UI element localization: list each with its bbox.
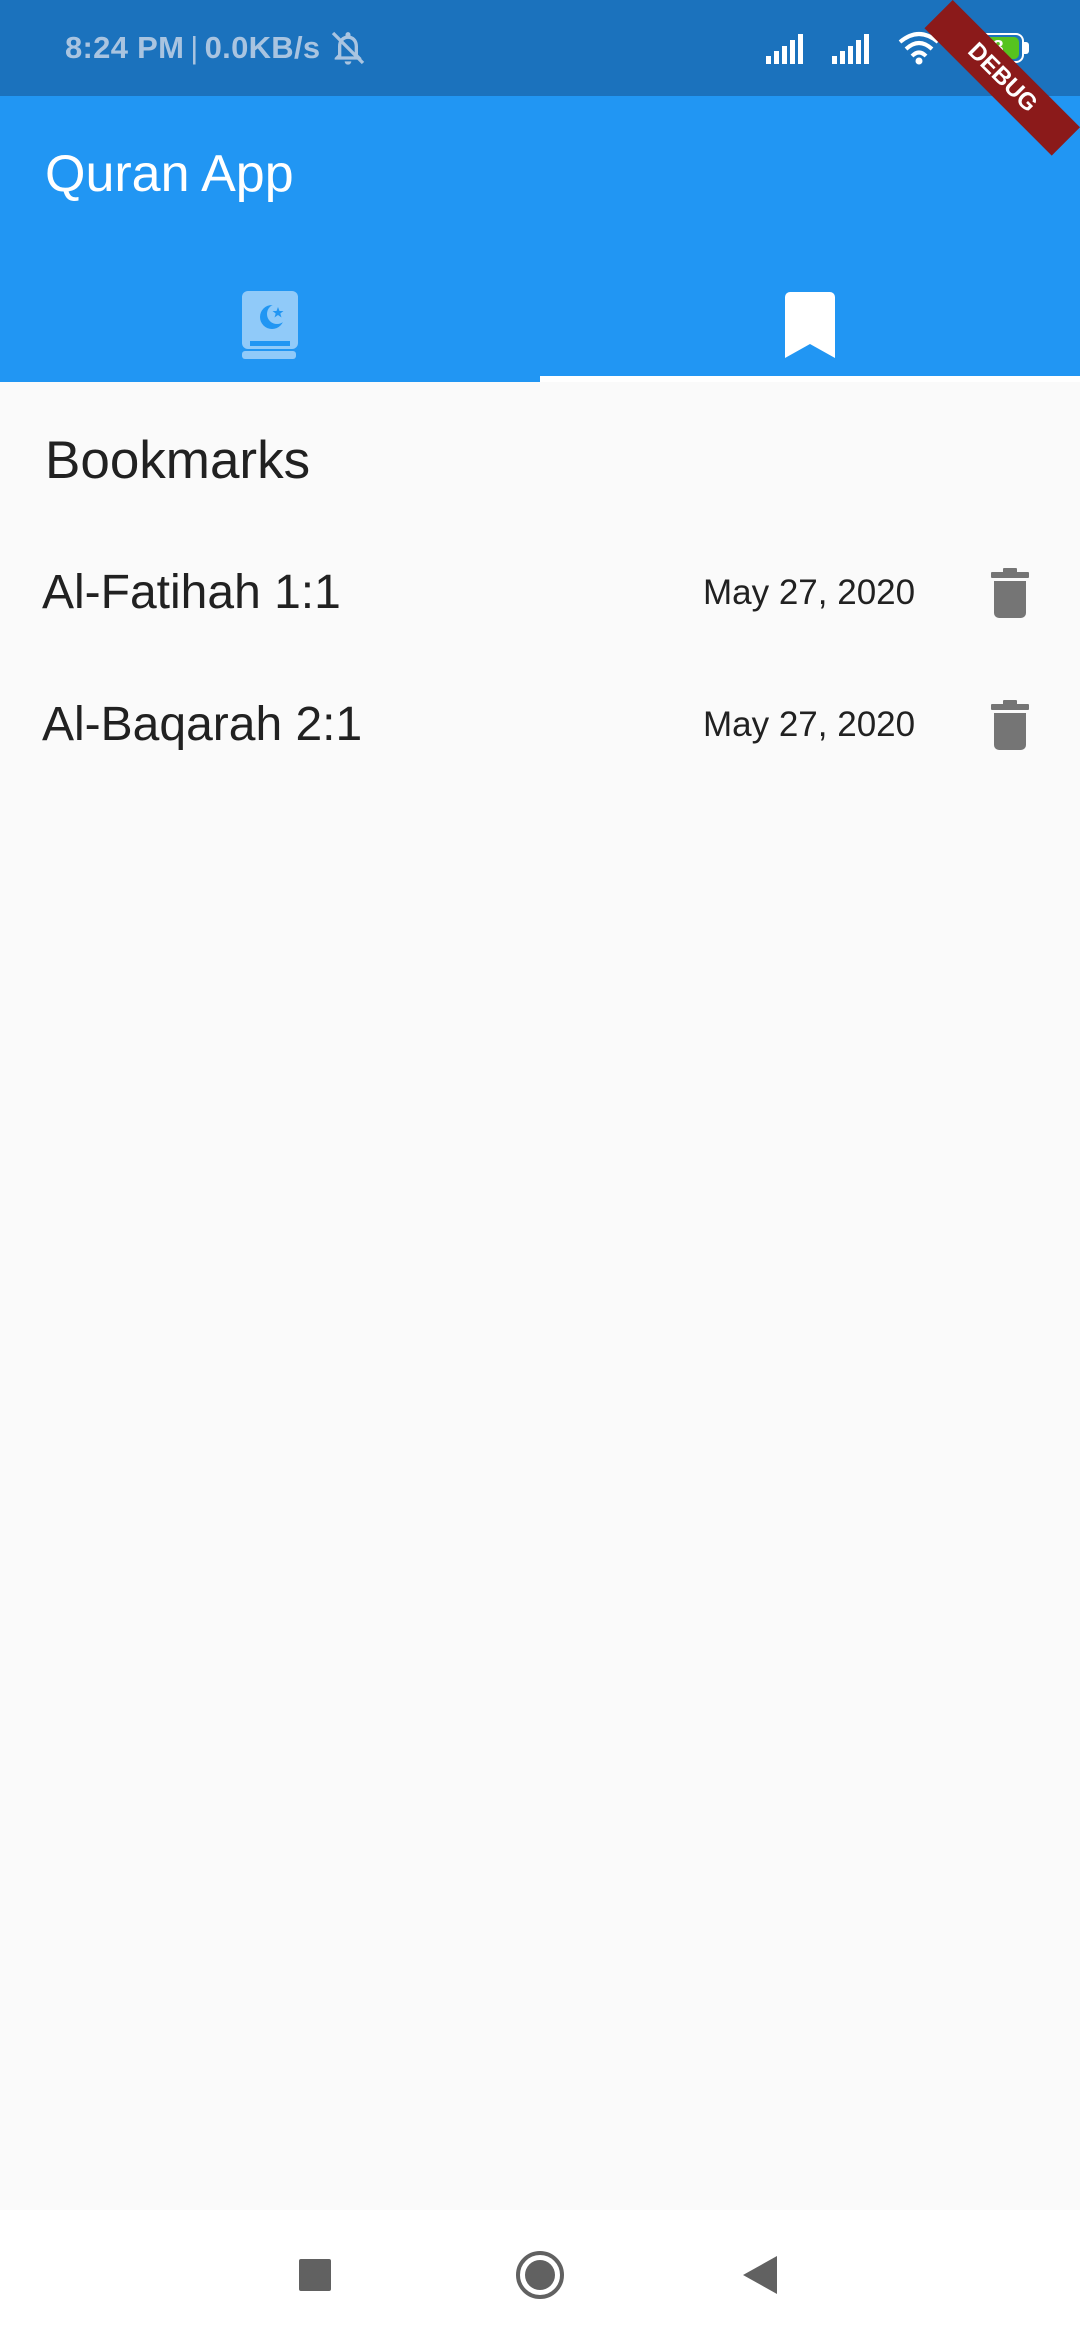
app-bar: Quran App xyxy=(0,96,1080,382)
app-title: Quran App xyxy=(45,145,294,203)
muted-bell-icon xyxy=(332,31,365,65)
back-triangle-icon xyxy=(743,2256,777,2294)
bookmark-icon xyxy=(785,292,835,358)
delete-bookmark-button[interactable] xyxy=(980,563,1040,623)
tab-bookmarks[interactable] xyxy=(540,268,1080,382)
recents-square-icon xyxy=(299,2259,331,2291)
battery-level: 98 xyxy=(981,37,1004,59)
status-separator: | xyxy=(190,30,199,65)
network-speed: 0.0KB/s xyxy=(204,30,321,65)
home-circle-icon xyxy=(516,2251,564,2299)
delete-bookmark-button[interactable] xyxy=(980,695,1040,755)
signal-icon xyxy=(832,34,869,64)
status-right: 98 xyxy=(766,0,1030,96)
home-button[interactable] xyxy=(480,2210,600,2340)
battery-icon: 98 xyxy=(962,33,1030,63)
bookmark-date: May 27, 2020 xyxy=(703,705,916,744)
signal-icon xyxy=(766,34,803,64)
bookmark-list: Al-Fatihah 1:1 May 27, 2020 Al-Baqarah 2… xyxy=(0,527,1080,791)
bookmark-title: Al-Fatihah 1:1 xyxy=(42,566,341,619)
trash-icon xyxy=(991,568,1029,618)
tab-quran[interactable] xyxy=(0,268,540,382)
wifi-icon xyxy=(898,32,940,65)
navigation-bar xyxy=(0,2210,1080,2340)
bookmark-item[interactable]: Al-Fatihah 1:1 May 27, 2020 xyxy=(0,527,1080,659)
quran-book-icon xyxy=(242,291,298,359)
bookmark-item[interactable]: Al-Baqarah 2:1 May 27, 2020 xyxy=(0,659,1080,791)
recents-button[interactable] xyxy=(255,2210,375,2340)
battery-tip xyxy=(1024,42,1029,54)
status-time: 8:24 PM xyxy=(65,30,185,65)
back-button[interactable] xyxy=(700,2210,820,2340)
bookmark-title: Al-Baqarah 2:1 xyxy=(42,698,363,751)
bookmarks-heading: Bookmarks xyxy=(45,431,311,490)
status-left: 8:24 PM | 0.0KB/s xyxy=(65,0,368,96)
trash-icon xyxy=(991,700,1029,750)
tab-indicator xyxy=(540,376,1080,382)
status-bar: 8:24 PM | 0.0KB/s 98 xyxy=(0,0,1080,96)
bookmark-date: May 27, 2020 xyxy=(703,573,916,612)
